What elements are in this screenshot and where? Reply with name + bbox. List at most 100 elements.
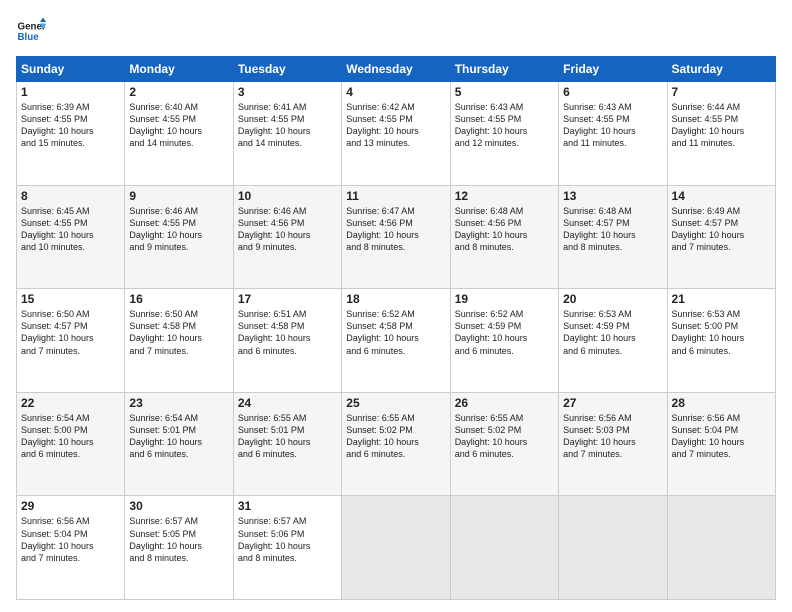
- calendar-day-cell: 30 Sunrise: 6:57 AM Sunset: 5:05 PM Dayli…: [125, 496, 233, 600]
- day-info: Sunrise: 6:57 AM Sunset: 5:05 PM Dayligh…: [129, 515, 228, 564]
- calendar-day-cell: 23 Sunrise: 6:54 AM Sunset: 5:01 PM Dayli…: [125, 392, 233, 496]
- weekday-label: Thursday: [450, 57, 558, 82]
- day-number: 14: [672, 189, 771, 203]
- calendar-day-cell: 11 Sunrise: 6:47 AM Sunset: 4:56 PM Dayli…: [342, 185, 450, 289]
- day-info: Sunrise: 6:54 AM Sunset: 5:00 PM Dayligh…: [21, 412, 120, 461]
- day-info: Sunrise: 6:57 AM Sunset: 5:06 PM Dayligh…: [238, 515, 337, 564]
- calendar-table: SundayMondayTuesdayWednesdayThursdayFrid…: [16, 56, 776, 600]
- day-number: 16: [129, 292, 228, 306]
- calendar-day-cell: 17 Sunrise: 6:51 AM Sunset: 4:58 PM Dayli…: [233, 289, 341, 393]
- day-number: 4: [346, 85, 445, 99]
- day-number: 11: [346, 189, 445, 203]
- calendar-week-row: 22 Sunrise: 6:54 AM Sunset: 5:00 PM Dayli…: [17, 392, 776, 496]
- day-info: Sunrise: 6:49 AM Sunset: 4:57 PM Dayligh…: [672, 205, 771, 254]
- calendar-day-cell: 15 Sunrise: 6:50 AM Sunset: 4:57 PM Dayli…: [17, 289, 125, 393]
- logo: General Blue: [16, 16, 46, 46]
- calendar-week-row: 15 Sunrise: 6:50 AM Sunset: 4:57 PM Dayli…: [17, 289, 776, 393]
- calendar-day-cell: 10 Sunrise: 6:46 AM Sunset: 4:56 PM Dayli…: [233, 185, 341, 289]
- day-info: Sunrise: 6:43 AM Sunset: 4:55 PM Dayligh…: [563, 101, 662, 150]
- day-info: Sunrise: 6:50 AM Sunset: 4:58 PM Dayligh…: [129, 308, 228, 357]
- day-number: 28: [672, 396, 771, 410]
- day-info: Sunrise: 6:55 AM Sunset: 5:01 PM Dayligh…: [238, 412, 337, 461]
- calendar-day-cell: 5 Sunrise: 6:43 AM Sunset: 4:55 PM Daylig…: [450, 82, 558, 186]
- day-number: 9: [129, 189, 228, 203]
- weekday-label: Sunday: [17, 57, 125, 82]
- calendar-day-cell: [450, 496, 558, 600]
- day-info: Sunrise: 6:41 AM Sunset: 4:55 PM Dayligh…: [238, 101, 337, 150]
- calendar-day-cell: 27Sunrise: 6:56 AM Sunset: 5:03 PM Dayli…: [559, 392, 667, 496]
- calendar-day-cell: 28 Sunrise: 6:56 AM Sunset: 5:04 PM Dayli…: [667, 392, 775, 496]
- calendar-day-cell: 8 Sunrise: 6:45 AM Sunset: 4:55 PM Daylig…: [17, 185, 125, 289]
- day-number: 24: [238, 396, 337, 410]
- calendar-day-cell: 31 Sunrise: 6:57 AM Sunset: 5:06 PM Dayli…: [233, 496, 341, 600]
- day-number: 19: [455, 292, 554, 306]
- day-info: Sunrise: 6:46 AM Sunset: 4:56 PM Dayligh…: [238, 205, 337, 254]
- calendar-day-cell: 24 Sunrise: 6:55 AM Sunset: 5:01 PM Dayli…: [233, 392, 341, 496]
- calendar-day-cell: [342, 496, 450, 600]
- day-number: 23: [129, 396, 228, 410]
- calendar-day-cell: [559, 496, 667, 600]
- day-number: 20: [563, 292, 662, 306]
- calendar-week-row: 8 Sunrise: 6:45 AM Sunset: 4:55 PM Daylig…: [17, 185, 776, 289]
- calendar-day-cell: 7 Sunrise: 6:44 AM Sunset: 4:55 PM Daylig…: [667, 82, 775, 186]
- day-info: Sunrise: 6:52 AM Sunset: 4:58 PM Dayligh…: [346, 308, 445, 357]
- calendar-day-cell: 6 Sunrise: 6:43 AM Sunset: 4:55 PM Daylig…: [559, 82, 667, 186]
- day-number: 7: [672, 85, 771, 99]
- weekday-label: Wednesday: [342, 57, 450, 82]
- day-info: Sunrise: 6:56 AM Sunset: 5:04 PM Dayligh…: [672, 412, 771, 461]
- calendar-day-cell: 2 Sunrise: 6:40 AM Sunset: 4:55 PM Daylig…: [125, 82, 233, 186]
- day-number: 10: [238, 189, 337, 203]
- weekday-label: Friday: [559, 57, 667, 82]
- day-info: Sunrise: 6:51 AM Sunset: 4:58 PM Dayligh…: [238, 308, 337, 357]
- day-number: 22: [21, 396, 120, 410]
- calendar-day-cell: 22 Sunrise: 6:54 AM Sunset: 5:00 PM Dayli…: [17, 392, 125, 496]
- day-number: 17: [238, 292, 337, 306]
- day-number: 6: [563, 85, 662, 99]
- weekday-label: Monday: [125, 57, 233, 82]
- day-number: 3: [238, 85, 337, 99]
- weekday-header-row: SundayMondayTuesdayWednesdayThursdayFrid…: [17, 57, 776, 82]
- calendar-day-cell: 14 Sunrise: 6:49 AM Sunset: 4:57 PM Dayli…: [667, 185, 775, 289]
- day-number: 25: [346, 396, 445, 410]
- day-number: 27: [563, 396, 662, 410]
- day-info: Sunrise: 6:43 AM Sunset: 4:55 PM Dayligh…: [455, 101, 554, 150]
- calendar-day-cell: 20Sunrise: 6:53 AM Sunset: 4:59 PM Dayli…: [559, 289, 667, 393]
- day-number: 31: [238, 499, 337, 513]
- calendar-day-cell: 1 Sunrise: 6:39 AM Sunset: 4:55 PM Daylig…: [17, 82, 125, 186]
- day-number: 13: [563, 189, 662, 203]
- day-number: 8: [21, 189, 120, 203]
- day-number: 5: [455, 85, 554, 99]
- day-number: 2: [129, 85, 228, 99]
- calendar-week-row: 1 Sunrise: 6:39 AM Sunset: 4:55 PM Daylig…: [17, 82, 776, 186]
- day-info: Sunrise: 6:56 AM Sunset: 5:04 PM Dayligh…: [21, 515, 120, 564]
- calendar-day-cell: 3 Sunrise: 6:41 AM Sunset: 4:55 PM Daylig…: [233, 82, 341, 186]
- weekday-label: Saturday: [667, 57, 775, 82]
- day-info: Sunrise: 6:44 AM Sunset: 4:55 PM Dayligh…: [672, 101, 771, 150]
- day-number: 15: [21, 292, 120, 306]
- day-info: Sunrise: 6:39 AM Sunset: 4:55 PM Dayligh…: [21, 101, 120, 150]
- calendar-day-cell: 18Sunrise: 6:52 AM Sunset: 4:58 PM Dayli…: [342, 289, 450, 393]
- day-info: Sunrise: 6:52 AM Sunset: 4:59 PM Dayligh…: [455, 308, 554, 357]
- day-info: Sunrise: 6:55 AM Sunset: 5:02 PM Dayligh…: [346, 412, 445, 461]
- day-info: Sunrise: 6:55 AM Sunset: 5:02 PM Dayligh…: [455, 412, 554, 461]
- day-info: Sunrise: 6:45 AM Sunset: 4:55 PM Dayligh…: [21, 205, 120, 254]
- day-info: Sunrise: 6:50 AM Sunset: 4:57 PM Dayligh…: [21, 308, 120, 357]
- calendar-day-cell: 12Sunrise: 6:48 AM Sunset: 4:56 PM Dayli…: [450, 185, 558, 289]
- weekday-label: Tuesday: [233, 57, 341, 82]
- day-number: 29: [21, 499, 120, 513]
- day-number: 30: [129, 499, 228, 513]
- day-info: Sunrise: 6:54 AM Sunset: 5:01 PM Dayligh…: [129, 412, 228, 461]
- calendar-day-cell: 16 Sunrise: 6:50 AM Sunset: 4:58 PM Dayli…: [125, 289, 233, 393]
- calendar-day-cell: 9 Sunrise: 6:46 AM Sunset: 4:55 PM Daylig…: [125, 185, 233, 289]
- day-info: Sunrise: 6:47 AM Sunset: 4:56 PM Dayligh…: [346, 205, 445, 254]
- day-number: 12: [455, 189, 554, 203]
- day-number: 1: [21, 85, 120, 99]
- day-number: 21: [672, 292, 771, 306]
- page-header: General Blue: [16, 16, 776, 46]
- logo-icon: General Blue: [16, 16, 46, 46]
- calendar-day-cell: 13Sunrise: 6:48 AM Sunset: 4:57 PM Dayli…: [559, 185, 667, 289]
- calendar-day-cell: 26Sunrise: 6:55 AM Sunset: 5:02 PM Dayli…: [450, 392, 558, 496]
- calendar-week-row: 29 Sunrise: 6:56 AM Sunset: 5:04 PM Dayli…: [17, 496, 776, 600]
- day-info: Sunrise: 6:40 AM Sunset: 4:55 PM Dayligh…: [129, 101, 228, 150]
- day-info: Sunrise: 6:46 AM Sunset: 4:55 PM Dayligh…: [129, 205, 228, 254]
